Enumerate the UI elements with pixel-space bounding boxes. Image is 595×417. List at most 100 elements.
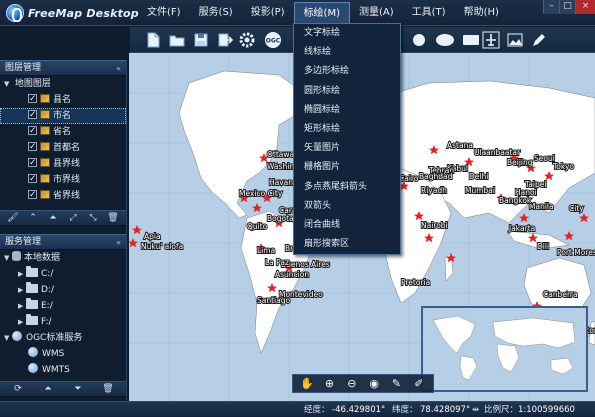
layer-tree-root[interactable]: ▼ 地图图层 bbox=[0, 76, 126, 92]
circle-icon[interactable] bbox=[412, 31, 426, 49]
city-label: Beijing bbox=[507, 158, 533, 167]
delete-icon[interactable]: 🗑 bbox=[102, 383, 114, 395]
plot-menu-item-vector-image[interactable]: 矢量图片 bbox=[294, 139, 400, 158]
expand-caret-icon[interactable]: ▶ bbox=[18, 298, 26, 314]
menu-service[interactable]: 服务(S) bbox=[190, 2, 242, 24]
layer-checkbox[interactable] bbox=[28, 123, 37, 139]
collapse-icon[interactable]: « bbox=[116, 235, 121, 250]
double-up-icon[interactable]: ⏶ bbox=[42, 383, 54, 395]
move-down-icon[interactable]: ⤡ bbox=[87, 212, 99, 224]
layer-item-selected[interactable]: 市名 bbox=[0, 107, 126, 124]
plot-menu-item-circle[interactable]: 圆形标绘 bbox=[294, 82, 400, 101]
drive-item[interactable]: ▶ F:/ bbox=[0, 314, 126, 330]
pan-hand-icon[interactable]: ✋ bbox=[300, 377, 314, 391]
app-logo-icon bbox=[6, 4, 24, 22]
layer-item[interactable]: 首都名 bbox=[0, 139, 126, 156]
city-label: Mexico City bbox=[239, 189, 283, 198]
new-file-icon[interactable] bbox=[144, 31, 162, 49]
plot-menu-item-rectangle[interactable]: 矩形标绘 bbox=[294, 120, 400, 139]
menu-measure[interactable]: 测量(A) bbox=[350, 2, 403, 24]
city-label: Jakarta bbox=[508, 224, 535, 233]
menu-file[interactable]: 文件(F) bbox=[138, 2, 190, 24]
local-data-root[interactable]: ▼ 本地数据 bbox=[0, 250, 126, 266]
menu-plot[interactable]: 标绘(M) bbox=[293, 2, 350, 24]
collapse-icon[interactable]: « bbox=[116, 61, 121, 76]
layer-item[interactable]: 省界线 bbox=[0, 187, 126, 204]
city-label: Ottawa bbox=[267, 150, 294, 159]
full-extent-icon[interactable]: ◉ bbox=[367, 377, 381, 391]
ellipse-icon[interactable] bbox=[434, 31, 456, 49]
plot-menu-item-raster-image[interactable]: 栅格图片 bbox=[294, 158, 400, 177]
refresh-icon[interactable]: ⟳ bbox=[12, 383, 24, 395]
layer-checkbox[interactable] bbox=[28, 155, 37, 171]
layer-toolbar: 🖌 ⌃ ⏶ ⤢ ⤡ 🗑 bbox=[0, 210, 126, 226]
drive-label: E:/ bbox=[41, 301, 53, 311]
plot-menu-item-line[interactable]: 线标绘 bbox=[294, 43, 400, 62]
drive-item[interactable]: ▶ D:/ bbox=[0, 282, 126, 298]
layer-item[interactable]: 县界线 bbox=[0, 155, 126, 172]
paint-icon[interactable]: 🖌 bbox=[7, 212, 19, 224]
ogc-service-root[interactable]: ▼ OGC标准服务 bbox=[0, 330, 126, 346]
layer-checkbox[interactable] bbox=[28, 107, 37, 123]
layer-checkbox[interactable] bbox=[28, 139, 37, 155]
layer-item[interactable]: 市界线 bbox=[0, 171, 126, 188]
double-down-icon[interactable]: ⏷ bbox=[72, 383, 84, 395]
expand-caret-icon[interactable]: ▶ bbox=[18, 314, 26, 330]
close-button[interactable]: × bbox=[575, 0, 595, 14]
layer-icon bbox=[40, 110, 50, 119]
expand-caret-icon[interactable]: ▼ bbox=[4, 76, 12, 92]
service-toolbar: ⟳ ⏶ ⏷ 🗑 bbox=[0, 381, 126, 397]
plot-menu-item-double-arrow[interactable]: 双箭头 bbox=[294, 197, 400, 216]
city-label: Lima bbox=[257, 246, 275, 255]
expand-caret-icon[interactable]: ▼ bbox=[4, 330, 12, 346]
layer-item[interactable]: 县名 bbox=[0, 91, 126, 108]
edit-icon[interactable]: ✎ bbox=[389, 377, 403, 391]
save-icon[interactable] bbox=[192, 31, 210, 49]
layer-icon bbox=[40, 126, 50, 135]
expand-caret-icon[interactable]: ▶ bbox=[18, 282, 26, 298]
open-folder-icon[interactable] bbox=[168, 31, 186, 49]
ogc-service-item[interactable]: WMS bbox=[0, 346, 126, 362]
scale-icon: ⇹ bbox=[472, 405, 480, 415]
layer-label: 省界线 bbox=[53, 191, 81, 201]
overview-map[interactable] bbox=[421, 306, 588, 392]
settings-icon[interactable] bbox=[238, 31, 256, 49]
plot-menu-item-polygon[interactable]: 多边形标绘 bbox=[294, 62, 400, 81]
plot-menu-item-sector-search[interactable]: 扇形搜索区 bbox=[294, 235, 400, 254]
maximize-button[interactable]: □ bbox=[559, 0, 575, 14]
plane-icon[interactable] bbox=[482, 31, 500, 49]
delete-icon[interactable]: 🗑 bbox=[107, 212, 119, 224]
city-marker bbox=[579, 213, 589, 223]
edit-alt-icon[interactable]: ✐ bbox=[412, 377, 426, 391]
export-icon[interactable] bbox=[216, 31, 234, 49]
layer-checkbox[interactable] bbox=[28, 187, 37, 203]
pen-icon[interactable] bbox=[530, 31, 548, 49]
expand-caret-icon[interactable]: ▶ bbox=[18, 266, 26, 282]
expand-caret-icon[interactable]: ▼ bbox=[4, 250, 12, 266]
zoom-in-icon[interactable]: ⊕ bbox=[322, 377, 336, 391]
double-up-icon[interactable]: ⏶ bbox=[47, 212, 59, 224]
ogc-service-item[interactable]: WMTS bbox=[0, 362, 126, 378]
ogc-icon[interactable]: OGC bbox=[262, 31, 284, 49]
layer-label: 市名 bbox=[53, 111, 72, 121]
menu-tools[interactable]: 工具(T) bbox=[403, 2, 455, 24]
layer-checkbox[interactable] bbox=[28, 91, 37, 107]
city-label: Riyadh bbox=[421, 186, 447, 195]
double-down-icon[interactable]: ⤢ bbox=[67, 212, 79, 224]
drive-item[interactable]: ▶ E:/ bbox=[0, 298, 126, 314]
plot-menu-item-ellipse[interactable]: 椭圆标绘 bbox=[294, 101, 400, 120]
plot-menu-item-closed-curve[interactable]: 闭合曲线 bbox=[294, 216, 400, 235]
layer-item[interactable]: 省名 bbox=[0, 123, 126, 140]
plot-menu-item-text[interactable]: 文字标绘 bbox=[294, 24, 400, 44]
layer-checkbox[interactable] bbox=[28, 171, 37, 187]
rectangle-icon[interactable] bbox=[460, 31, 482, 49]
move-up-icon[interactable]: ⌃ bbox=[27, 212, 39, 224]
menu-bar: 文件(F) 服务(S) 投影(P) 标绘(M) 测量(A) 工具(T) 帮助(H… bbox=[138, 2, 508, 24]
menu-projection[interactable]: 投影(P) bbox=[242, 2, 294, 24]
minimize-button[interactable]: – bbox=[543, 0, 559, 14]
drive-item[interactable]: ▶ C:/ bbox=[0, 266, 126, 282]
plot-menu-item-swallowtail-arrow[interactable]: 多点燕尾斜箭头 bbox=[294, 178, 400, 197]
menu-help[interactable]: 帮助(H) bbox=[455, 2, 508, 24]
chart-image-icon[interactable] bbox=[506, 31, 524, 49]
zoom-out-icon[interactable]: ⊖ bbox=[345, 377, 359, 391]
